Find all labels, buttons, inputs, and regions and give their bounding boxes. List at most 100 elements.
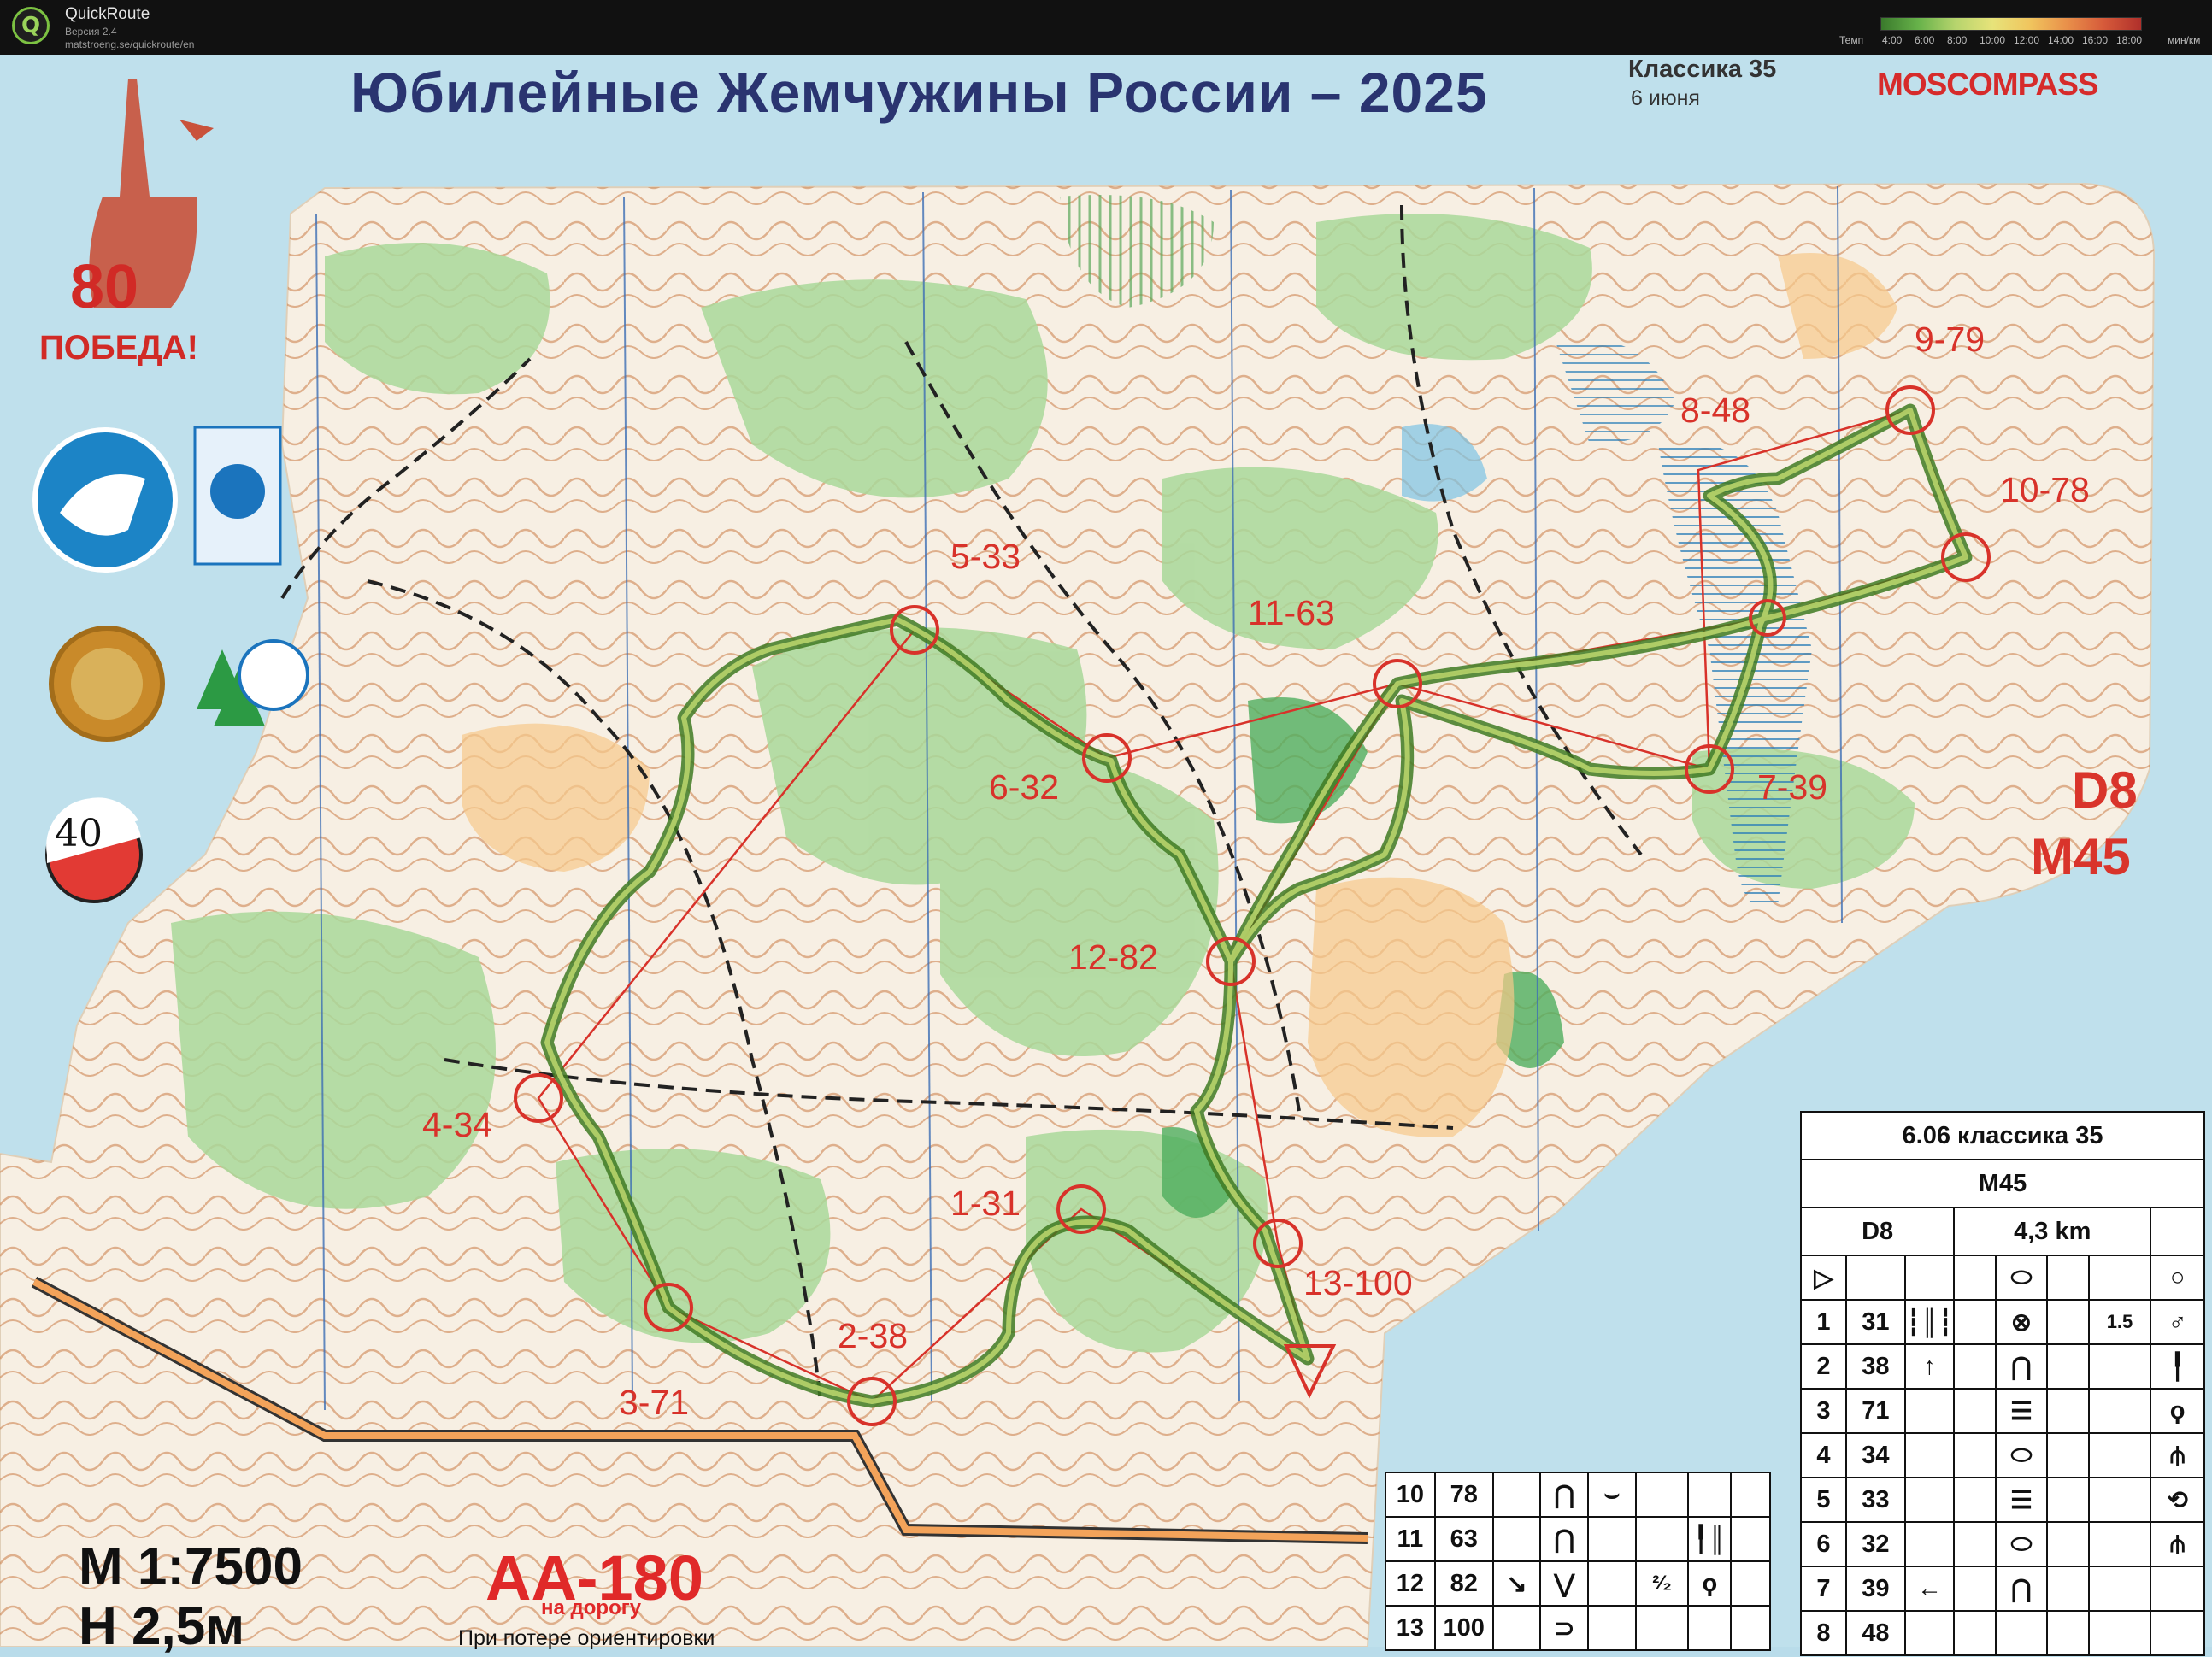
appearance-icon xyxy=(1587,1516,1637,1562)
dimension-text: 1.5 xyxy=(2087,1299,2152,1345)
feature-icon: ⬭ xyxy=(1994,1521,2049,1567)
pace-color-legend: Темп 4:00 6:00 8:00 10:00 12:00 14:00 16… xyxy=(1829,12,2205,50)
sheet-class: M45 xyxy=(1800,1159,2205,1208)
pace-tick: 10:00 xyxy=(1980,34,2006,46)
row-code: 33 xyxy=(1844,1477,1906,1523)
app-title: QuickRoute xyxy=(65,5,150,23)
row-code: 71 xyxy=(1844,1388,1906,1434)
row-number: 4 xyxy=(1800,1432,1847,1478)
sheet-cell xyxy=(1844,1255,1906,1301)
dimension-text xyxy=(1634,1516,1690,1562)
dimension-text xyxy=(2087,1477,2152,1523)
which-feature-icon: ← xyxy=(1903,1566,1956,1612)
feature-icon: ☰ xyxy=(1994,1477,2049,1523)
feature-detail-icon xyxy=(1953,1299,1997,1345)
which-feature-icon xyxy=(1903,1432,1956,1478)
feature-detail-icon xyxy=(1953,1566,1997,1612)
position-icon: ϙ xyxy=(1687,1560,1733,1607)
control-label: 9-79 xyxy=(1915,320,1986,359)
appearance-icon xyxy=(2046,1432,2090,1478)
control-description-sheet-continued: 10 78 ⋂ ⌣ 11 63 ⋂ ╿║ 12 82 ↘ ⋁ ²⁄₂ ϙ 13 … xyxy=(1385,1472,1771,1651)
position-icon xyxy=(1687,1605,1733,1651)
event-date: 6 июня xyxy=(1631,86,1700,110)
feature-detail-icon xyxy=(1953,1388,1997,1434)
feature-icon: ⬭ xyxy=(1994,1432,2049,1478)
control-label: 2-38 xyxy=(838,1316,909,1355)
description-row: 6 32 ⬭ ⫛ xyxy=(1800,1521,2205,1567)
feature-detail-icon xyxy=(1953,1521,1997,1567)
contour-interval: Н 2,5м xyxy=(79,1597,245,1656)
feature-icon: ⋂ xyxy=(1994,1566,2049,1612)
pace-tick: 8:00 xyxy=(1947,34,1968,46)
sheet-header: 6.06 классика 35 xyxy=(1800,1111,2205,1160)
row-number: 13 xyxy=(1385,1605,1436,1651)
feature-detail-icon xyxy=(1953,1610,1997,1656)
feature-icon: ☰ xyxy=(1994,1388,2049,1434)
feature-icon: ⊃ xyxy=(1539,1605,1590,1651)
pace-tick: 6:00 xyxy=(1915,34,1935,46)
row-number: 3 xyxy=(1800,1388,1847,1434)
feature-icon xyxy=(1994,1610,2049,1656)
row-code: 32 xyxy=(1844,1521,1906,1567)
position-icon: ϙ xyxy=(2150,1388,2205,1434)
feature-detail-icon xyxy=(1953,1343,1997,1390)
row-code: 78 xyxy=(1433,1472,1494,1518)
control-label: 1-31 xyxy=(950,1184,1021,1223)
sheet-empty-cell xyxy=(2150,1207,2205,1256)
other-info-icon xyxy=(1730,1605,1771,1651)
dimension-text xyxy=(2087,1566,2152,1612)
appearance-icon xyxy=(2046,1610,2090,1656)
feature-icon: ⋂ xyxy=(1994,1343,2049,1390)
which-feature-icon: ┆║┆ xyxy=(1903,1299,1956,1345)
pace-tick: 16:00 xyxy=(2082,34,2109,46)
position-icon xyxy=(1687,1472,1733,1518)
app-url[interactable]: matstroeng.se/quickroute/en xyxy=(65,38,194,50)
description-row: 10 78 ⋂ ⌣ xyxy=(1385,1472,1771,1518)
map-title: Юбилейные Жемчужины России – 2025 xyxy=(350,61,1488,124)
row-number: 1 xyxy=(1800,1299,1847,1345)
which-feature-icon xyxy=(1491,1472,1542,1518)
description-row: 13 100 ⊃ xyxy=(1385,1605,1771,1651)
row-number: 8 xyxy=(1800,1610,1847,1656)
control-label: 4-34 xyxy=(422,1105,493,1144)
control-label: 12-82 xyxy=(1068,937,1158,977)
pace-legend-label: Темп xyxy=(1839,34,1864,46)
emergency-bearing-note: При потере ориентировки xyxy=(458,1626,715,1650)
which-feature-icon xyxy=(1903,1521,1956,1567)
description-row: 7 39 ← ⋂ xyxy=(1800,1566,2205,1612)
moscompass-logo: MOSCOMPASS xyxy=(1877,67,2099,102)
which-feature-icon xyxy=(1903,1388,1956,1434)
position-icon: ♂ xyxy=(2150,1299,2205,1345)
appearance-icon xyxy=(2046,1566,2090,1612)
appearance-icon xyxy=(2046,1299,2090,1345)
description-row: 3 71 ☰ ϙ xyxy=(1800,1388,2205,1434)
start-row: ▷ ⬭ ○ xyxy=(1800,1255,2205,1301)
control-label: 10-78 xyxy=(2000,470,2090,509)
emergency-bearing-subtitle: на дорогу xyxy=(541,1596,642,1619)
pace-tick: 12:00 xyxy=(2014,34,2040,46)
row-code: 39 xyxy=(1844,1566,1906,1612)
row-code: 48 xyxy=(1844,1610,1906,1656)
badge-80-text: 80 xyxy=(70,253,138,321)
row-code: 100 xyxy=(1433,1605,1494,1651)
dimension-text xyxy=(1634,1472,1690,1518)
dimension-text xyxy=(2087,1432,2152,1478)
row-number: 10 xyxy=(1385,1472,1436,1518)
description-row: 11 63 ⋂ ╿║ xyxy=(1385,1516,1771,1562)
control-label: 8-48 xyxy=(1680,391,1751,430)
row-code: 63 xyxy=(1433,1516,1494,1562)
row-number: 2 xyxy=(1800,1343,1847,1390)
sheet-course: D8 xyxy=(1799,1207,1956,1256)
position-icon: ⫛ xyxy=(2150,1432,2205,1478)
control-label: 6-32 xyxy=(989,767,1060,807)
description-row: 1 31 ┆║┆ ⊗ 1.5 ♂ xyxy=(1800,1299,2205,1345)
appearance-icon xyxy=(1587,1605,1637,1651)
feature-symbol-icon: ⬭ xyxy=(1994,1255,2049,1301)
control-label: 13-100 xyxy=(1303,1263,1413,1302)
dimension-text xyxy=(1634,1605,1690,1651)
row-code: 31 xyxy=(1844,1299,1906,1345)
appearance-icon xyxy=(2046,1521,2090,1567)
row-number: 5 xyxy=(1800,1477,1847,1523)
pace-tick: 4:00 xyxy=(1882,34,1903,46)
appearance-icon xyxy=(1587,1560,1637,1607)
